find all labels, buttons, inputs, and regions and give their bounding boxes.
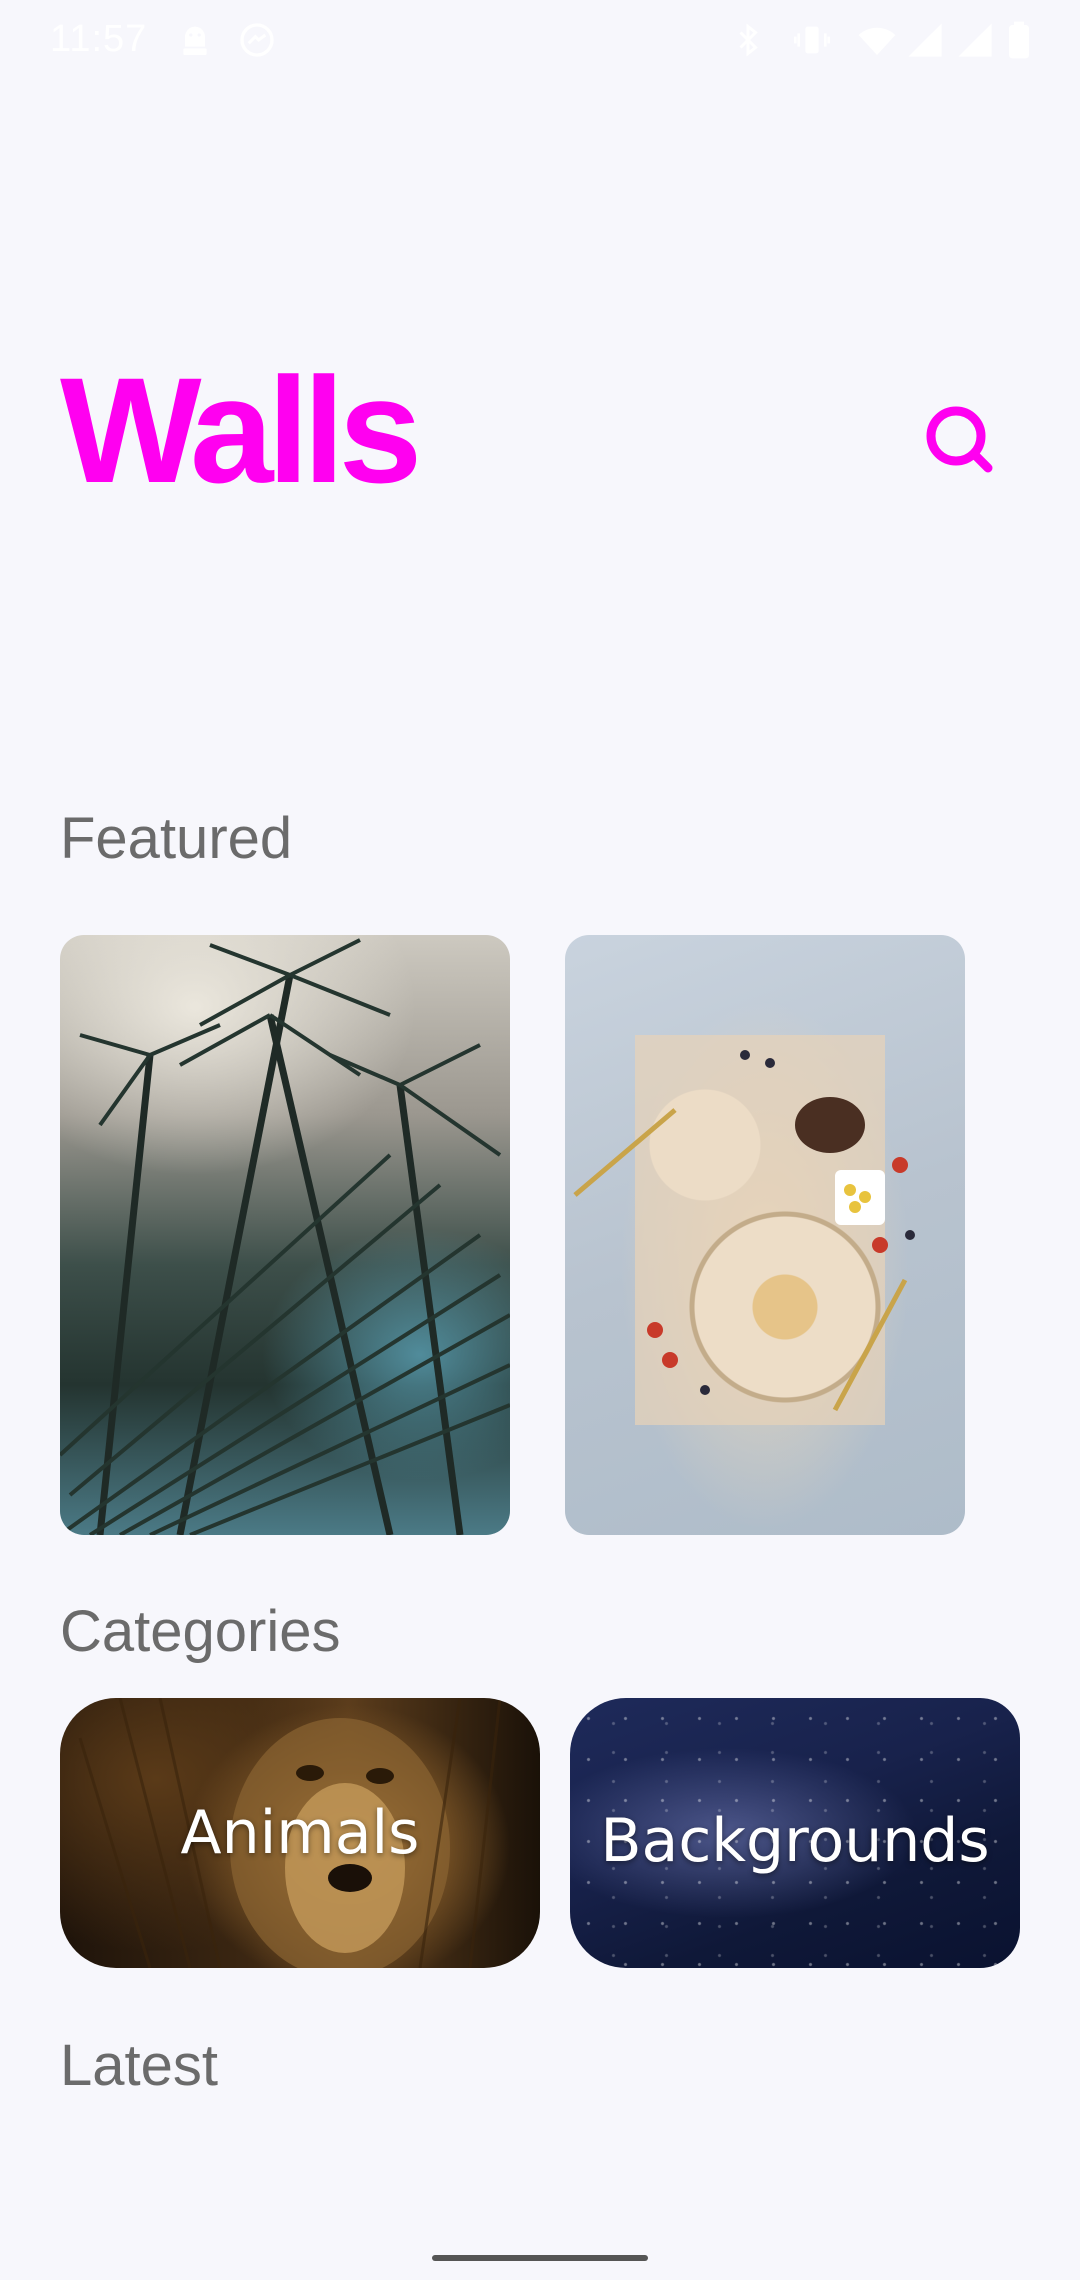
palm-image	[60, 938, 510, 1535]
signal-icon	[905, 20, 945, 70]
vibrate-icon	[790, 20, 834, 70]
android-debug-icon	[175, 20, 215, 70]
category-animals[interactable]: Animals	[60, 1698, 540, 1968]
latest-title: Latest	[60, 2033, 218, 2098]
wifi-icon	[855, 20, 899, 70]
category-label: Animals	[180, 1798, 420, 1868]
food-image	[573, 1035, 915, 1425]
category-label: Backgrounds	[600, 1806, 990, 1876]
battery-icon	[1005, 20, 1033, 70]
featured-wallpaper-palms[interactable]	[60, 935, 510, 1535]
status-time: 11:57	[50, 18, 148, 60]
signal-icon	[955, 20, 995, 70]
category-backgrounds[interactable]: Backgrounds	[570, 1698, 1020, 1968]
status-bar: 11:57	[0, 0, 1080, 80]
featured-wallpaper-food[interactable]	[565, 935, 965, 1535]
app-title: Walls	[60, 346, 422, 514]
search-icon	[926, 406, 993, 473]
home-indicator[interactable]	[432, 2255, 648, 2261]
categories-title: Categories	[60, 1599, 341, 1664]
bluetooth-icon	[730, 20, 766, 70]
search-button[interactable]	[915, 395, 1005, 485]
screen: 11:57 Walls Featured Categories Animals …	[0, 0, 1080, 2280]
messenger-icon	[237, 20, 277, 70]
featured-title: Featured	[60, 806, 293, 871]
